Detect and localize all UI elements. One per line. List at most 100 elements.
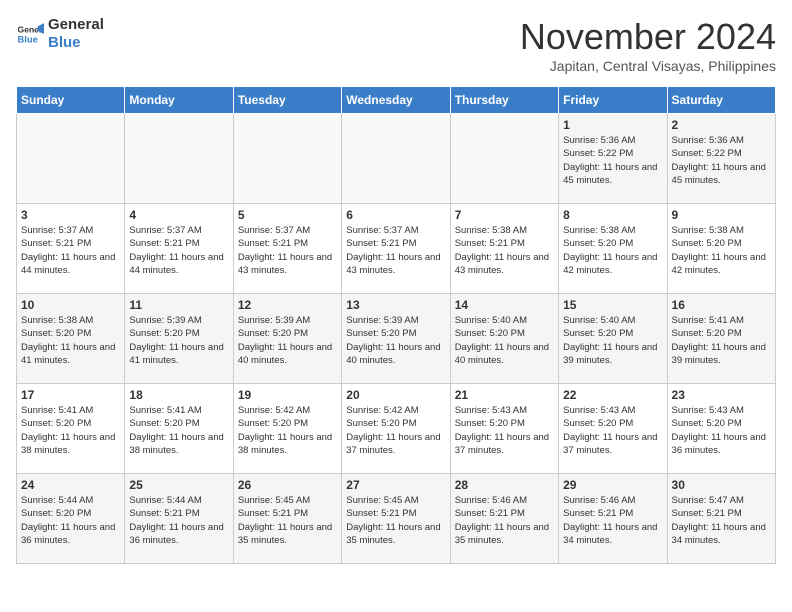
day-number: 13 — [346, 298, 445, 312]
day-number: 1 — [563, 118, 662, 132]
title-block: November 2024 Japitan, Central Visayas, … — [520, 16, 776, 74]
day-number: 6 — [346, 208, 445, 222]
day-info: Sunrise: 5:44 AM Sunset: 5:20 PM Dayligh… — [21, 494, 120, 547]
calendar-cell: 5 Sunrise: 5:37 AM Sunset: 5:21 PM Daylig… — [233, 204, 341, 294]
day-number: 10 — [21, 298, 120, 312]
day-number: 18 — [129, 388, 228, 402]
weekday-header-sunday: Sunday — [17, 87, 125, 114]
calendar-cell: 19 Sunrise: 5:42 AM Sunset: 5:20 PM Dayli… — [233, 384, 341, 474]
calendar-cell: 20 Sunrise: 5:42 AM Sunset: 5:20 PM Dayli… — [342, 384, 450, 474]
calendar-cell: 11 Sunrise: 5:39 AM Sunset: 5:20 PM Dayli… — [125, 294, 233, 384]
day-number: 16 — [672, 298, 771, 312]
day-number: 26 — [238, 478, 337, 492]
day-info: Sunrise: 5:46 AM Sunset: 5:21 PM Dayligh… — [563, 494, 662, 547]
calendar-cell — [125, 114, 233, 204]
calendar-cell: 14Sunrise: 5:40 AM Sunset: 5:20 PM Dayli… — [450, 294, 558, 384]
svg-text:Blue: Blue — [18, 35, 38, 45]
day-number: 27 — [346, 478, 445, 492]
calendar-cell: 12Sunrise: 5:39 AM Sunset: 5:20 PM Dayli… — [233, 294, 341, 384]
calendar-cell — [342, 114, 450, 204]
day-info: Sunrise: 5:37 AM Sunset: 5:21 PM Dayligh… — [129, 224, 228, 277]
day-info: Sunrise: 5:37 AM Sunset: 5:21 PM Dayligh… — [346, 224, 445, 277]
day-info: Sunrise: 5:43 AM Sunset: 5:20 PM Dayligh… — [563, 404, 662, 457]
day-number: 24 — [21, 478, 120, 492]
day-info: Sunrise: 5:42 AM Sunset: 5:20 PM Dayligh… — [238, 404, 337, 457]
day-number: 2 — [672, 118, 771, 132]
calendar-body: 1 Sunrise: 5:36 AM Sunset: 5:22 PM Daylig… — [17, 114, 776, 564]
day-info: Sunrise: 5:38 AM Sunset: 5:20 PM Dayligh… — [563, 224, 662, 277]
day-info: Sunrise: 5:45 AM Sunset: 5:21 PM Dayligh… — [346, 494, 445, 547]
calendar-cell: 15Sunrise: 5:40 AM Sunset: 5:20 PM Dayli… — [559, 294, 667, 384]
day-number: 17 — [21, 388, 120, 402]
day-info: Sunrise: 5:39 AM Sunset: 5:20 PM Dayligh… — [238, 314, 337, 367]
calendar-cell — [17, 114, 125, 204]
day-number: 11 — [129, 298, 228, 312]
calendar-cell: 17 Sunrise: 5:41 AM Sunset: 5:20 PM Dayli… — [17, 384, 125, 474]
calendar-week-row: 3 Sunrise: 5:37 AM Sunset: 5:21 PM Daylig… — [17, 204, 776, 294]
day-number: 25 — [129, 478, 228, 492]
day-number: 20 — [346, 388, 445, 402]
calendar-cell: 23 Sunrise: 5:43 AM Sunset: 5:20 PM Dayli… — [667, 384, 775, 474]
calendar-cell: 2 Sunrise: 5:36 AM Sunset: 5:22 PM Daylig… — [667, 114, 775, 204]
calendar-week-row: 1 Sunrise: 5:36 AM Sunset: 5:22 PM Daylig… — [17, 114, 776, 204]
calendar-cell: 8 Sunrise: 5:38 AM Sunset: 5:20 PM Daylig… — [559, 204, 667, 294]
day-info: Sunrise: 5:40 AM Sunset: 5:20 PM Dayligh… — [455, 314, 554, 367]
weekday-header-row: SundayMondayTuesdayWednesdayThursdayFrid… — [17, 87, 776, 114]
calendar-cell: 6 Sunrise: 5:37 AM Sunset: 5:21 PM Daylig… — [342, 204, 450, 294]
calendar-cell: 9 Sunrise: 5:38 AM Sunset: 5:20 PM Daylig… — [667, 204, 775, 294]
day-info: Sunrise: 5:43 AM Sunset: 5:20 PM Dayligh… — [455, 404, 554, 457]
day-info: Sunrise: 5:44 AM Sunset: 5:21 PM Dayligh… — [129, 494, 228, 547]
day-info: Sunrise: 5:36 AM Sunset: 5:22 PM Dayligh… — [672, 134, 771, 187]
calendar-cell: 25 Sunrise: 5:44 AM Sunset: 5:21 PM Dayli… — [125, 474, 233, 564]
day-number: 5 — [238, 208, 337, 222]
calendar-cell: 3 Sunrise: 5:37 AM Sunset: 5:21 PM Daylig… — [17, 204, 125, 294]
calendar-week-row: 10 Sunrise: 5:38 AM Sunset: 5:20 PM Dayli… — [17, 294, 776, 384]
day-number: 8 — [563, 208, 662, 222]
calendar-cell: 26 Sunrise: 5:45 AM Sunset: 5:21 PM Dayli… — [233, 474, 341, 564]
day-info: Sunrise: 5:39 AM Sunset: 5:20 PM Dayligh… — [129, 314, 228, 367]
day-info: Sunrise: 5:37 AM Sunset: 5:21 PM Dayligh… — [238, 224, 337, 277]
calendar-week-row: 17 Sunrise: 5:41 AM Sunset: 5:20 PM Dayli… — [17, 384, 776, 474]
day-info: Sunrise: 5:38 AM Sunset: 5:20 PM Dayligh… — [21, 314, 120, 367]
calendar-table: SundayMondayTuesdayWednesdayThursdayFrid… — [16, 86, 776, 564]
day-info: Sunrise: 5:36 AM Sunset: 5:22 PM Dayligh… — [563, 134, 662, 187]
day-info: Sunrise: 5:37 AM Sunset: 5:21 PM Dayligh… — [21, 224, 120, 277]
day-number: 21 — [455, 388, 554, 402]
day-info: Sunrise: 5:42 AM Sunset: 5:20 PM Dayligh… — [346, 404, 445, 457]
calendar-cell: 21 Sunrise: 5:43 AM Sunset: 5:20 PM Dayli… — [450, 384, 558, 474]
calendar-cell: 10 Sunrise: 5:38 AM Sunset: 5:20 PM Dayli… — [17, 294, 125, 384]
day-number: 19 — [238, 388, 337, 402]
day-number: 3 — [21, 208, 120, 222]
logo-icon: General Blue — [16, 20, 44, 48]
day-number: 29 — [563, 478, 662, 492]
day-info: Sunrise: 5:38 AM Sunset: 5:21 PM Dayligh… — [455, 224, 554, 277]
day-info: Sunrise: 5:45 AM Sunset: 5:21 PM Dayligh… — [238, 494, 337, 547]
day-info: Sunrise: 5:38 AM Sunset: 5:20 PM Dayligh… — [672, 224, 771, 277]
calendar-week-row: 24 Sunrise: 5:44 AM Sunset: 5:20 PM Dayli… — [17, 474, 776, 564]
day-number: 28 — [455, 478, 554, 492]
day-info: Sunrise: 5:46 AM Sunset: 5:21 PM Dayligh… — [455, 494, 554, 547]
logo-text-blue: Blue — [48, 34, 104, 52]
calendar-cell: 28 Sunrise: 5:46 AM Sunset: 5:21 PM Dayli… — [450, 474, 558, 564]
day-number: 4 — [129, 208, 228, 222]
day-info: Sunrise: 5:41 AM Sunset: 5:20 PM Dayligh… — [21, 404, 120, 457]
day-info: Sunrise: 5:40 AM Sunset: 5:20 PM Dayligh… — [563, 314, 662, 367]
day-info: Sunrise: 5:43 AM Sunset: 5:20 PM Dayligh… — [672, 404, 771, 457]
calendar-cell: 29 Sunrise: 5:46 AM Sunset: 5:21 PM Dayli… — [559, 474, 667, 564]
location-title: Japitan, Central Visayas, Philippines — [520, 58, 776, 74]
day-number: 22 — [563, 388, 662, 402]
calendar-cell — [450, 114, 558, 204]
day-info: Sunrise: 5:47 AM Sunset: 5:21 PM Dayligh… — [672, 494, 771, 547]
day-number: 23 — [672, 388, 771, 402]
day-number: 9 — [672, 208, 771, 222]
calendar-cell: 13 Sunrise: 5:39 AM Sunset: 5:20 PM Dayli… — [342, 294, 450, 384]
weekday-header-thursday: Thursday — [450, 87, 558, 114]
day-info: Sunrise: 5:39 AM Sunset: 5:20 PM Dayligh… — [346, 314, 445, 367]
calendar-cell: 30Sunrise: 5:47 AM Sunset: 5:21 PM Dayli… — [667, 474, 775, 564]
calendar-cell: 1 Sunrise: 5:36 AM Sunset: 5:22 PM Daylig… — [559, 114, 667, 204]
calendar-cell: 27 Sunrise: 5:45 AM Sunset: 5:21 PM Dayli… — [342, 474, 450, 564]
calendar-cell: 7Sunrise: 5:38 AM Sunset: 5:21 PM Daylig… — [450, 204, 558, 294]
calendar-cell: 16Sunrise: 5:41 AM Sunset: 5:20 PM Dayli… — [667, 294, 775, 384]
weekday-header-saturday: Saturday — [667, 87, 775, 114]
calendar-cell — [233, 114, 341, 204]
